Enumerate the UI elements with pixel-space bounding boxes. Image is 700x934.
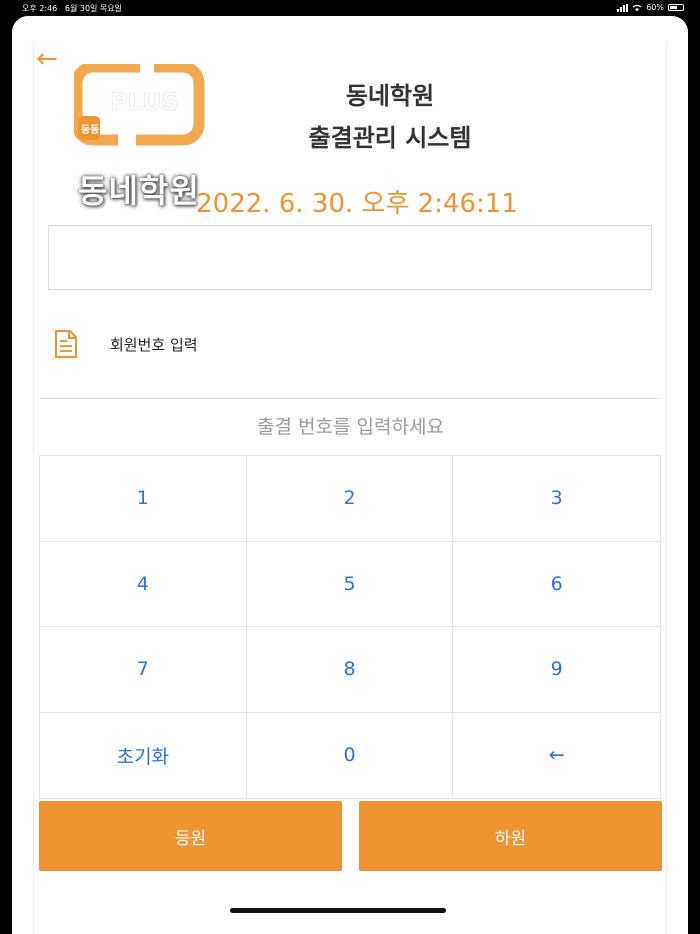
status-date: 6월 30일 목요일 (64, 4, 123, 13)
page-subtitle: 출결관리 시스템 (308, 124, 472, 152)
key-8[interactable]: 8 (246, 627, 454, 713)
battery-icon (668, 4, 684, 11)
member-number-label: 회원번호 입력 (110, 336, 198, 354)
status-indicators: 60% (617, 3, 684, 12)
backspace-key[interactable]: ← (453, 712, 660, 798)
key-9[interactable]: 9 (453, 627, 660, 713)
logo-mark: PLUS 동동 (71, 61, 205, 146)
logo-badge-text: PLUS (110, 88, 179, 116)
check-in-button[interactable]: 등원 (39, 801, 342, 871)
status-bar: 오후 2:46 6월 30일 목요일 60% (0, 0, 700, 16)
key-7[interactable]: 7 (40, 627, 247, 713)
document-icon (55, 330, 77, 358)
current-datetime: 2022. 6. 30. 오후 2:46:11 (196, 189, 518, 219)
input-hint: 출결 번호를 입력하세요 (257, 416, 444, 438)
wifi-icon (632, 4, 642, 11)
key-5[interactable]: 5 (246, 541, 454, 627)
divider (40, 398, 661, 399)
battery-percent: 60% (646, 3, 664, 12)
page-title: 동네학원 (345, 82, 435, 110)
key-2[interactable]: 2 (246, 456, 454, 542)
check-out-button[interactable]: 하원 (359, 801, 662, 871)
number-keypad: 1 2 3 4 5 6 7 8 9 초기화 0 ← (39, 455, 661, 799)
reset-key[interactable]: 초기화 (40, 712, 247, 798)
signal-icon (617, 3, 629, 12)
back-arrow-icon[interactable]: ← (36, 46, 58, 72)
app-screen: ← PLUS 동동 동네학원 동네학원 출결관리 시스템 2022. 6. 30… (12, 16, 688, 934)
key-6[interactable]: 6 (453, 541, 660, 627)
key-4[interactable]: 4 (40, 541, 247, 627)
attendance-number-input[interactable] (48, 225, 652, 290)
status-time-date: 오후 2:46 6월 30일 목요일 (22, 3, 122, 14)
key-1[interactable]: 1 (40, 456, 247, 542)
key-0[interactable]: 0 (246, 712, 454, 798)
logo-small-text: 동동 (81, 124, 99, 136)
home-indicator[interactable] (230, 908, 446, 913)
status-time: 오후 2:46 (22, 4, 58, 13)
key-3[interactable]: 3 (453, 456, 660, 542)
